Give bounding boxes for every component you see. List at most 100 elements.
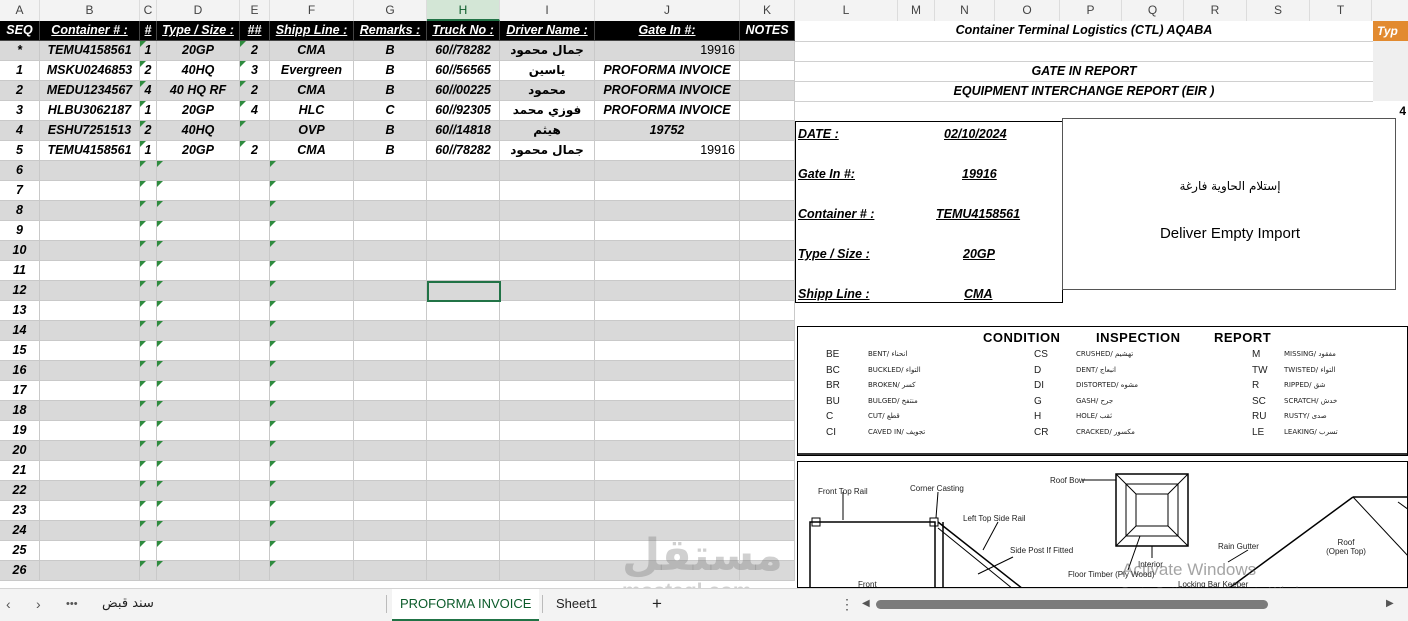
cell-d[interactable] bbox=[157, 421, 240, 441]
cell-a[interactable]: 9 bbox=[0, 221, 40, 241]
cell-g[interactable]: C bbox=[354, 101, 427, 121]
cell-h[interactable] bbox=[427, 461, 500, 481]
cell-d[interactable] bbox=[157, 301, 240, 321]
cell-h[interactable]: 60//92305 bbox=[427, 101, 500, 121]
cell-i[interactable] bbox=[500, 561, 595, 581]
cell-k[interactable] bbox=[740, 101, 795, 121]
cell-h[interactable] bbox=[427, 301, 500, 321]
cell-a[interactable]: 8 bbox=[0, 201, 40, 221]
cell-j[interactable] bbox=[595, 201, 740, 221]
cell-k[interactable] bbox=[740, 501, 795, 521]
cell-f[interactable] bbox=[270, 401, 354, 421]
cell-h[interactable]: Truck No : bbox=[427, 21, 500, 41]
cell-f[interactable] bbox=[270, 201, 354, 221]
cell-b[interactable] bbox=[40, 301, 140, 321]
cell-k[interactable]: NOTES bbox=[740, 21, 795, 41]
cell-f[interactable] bbox=[270, 541, 354, 561]
cell-i[interactable]: Driver Name : bbox=[500, 21, 595, 41]
cell-g[interactable] bbox=[354, 201, 427, 221]
tab-splitter-icon[interactable]: ⋮ bbox=[840, 589, 854, 619]
cell-b[interactable] bbox=[40, 481, 140, 501]
cell-k[interactable] bbox=[740, 221, 795, 241]
cell-b[interactable] bbox=[40, 381, 140, 401]
cell-c[interactable] bbox=[140, 401, 157, 421]
cell-g[interactable] bbox=[354, 161, 427, 181]
cell-i[interactable] bbox=[500, 401, 595, 421]
cell-h[interactable] bbox=[427, 221, 500, 241]
cell-c[interactable] bbox=[140, 361, 157, 381]
cell-g[interactable] bbox=[354, 421, 427, 441]
cell-g[interactable] bbox=[354, 521, 427, 541]
cell-e[interactable] bbox=[240, 221, 270, 241]
cell-j[interactable]: 19916 bbox=[595, 41, 740, 61]
cell-c[interactable]: # bbox=[140, 21, 157, 41]
cell-d[interactable] bbox=[157, 241, 240, 261]
cell-j[interactable] bbox=[595, 361, 740, 381]
cell-d[interactable]: 40 HQ RF bbox=[157, 81, 240, 101]
cell-b[interactable] bbox=[40, 201, 140, 221]
cell-e[interactable] bbox=[240, 481, 270, 501]
cell-a[interactable]: 16 bbox=[0, 361, 40, 381]
column-header-q[interactable]: Q bbox=[1122, 0, 1184, 21]
cell-h[interactable] bbox=[427, 401, 500, 421]
cell-e[interactable] bbox=[240, 261, 270, 281]
cell-b[interactable] bbox=[40, 241, 140, 261]
cell-a[interactable]: 5 bbox=[0, 141, 40, 161]
cell-j[interactable] bbox=[595, 401, 740, 421]
cell-e[interactable] bbox=[240, 381, 270, 401]
cell-f[interactable]: Evergreen bbox=[270, 61, 354, 81]
cell-c[interactable]: 1 bbox=[140, 141, 157, 161]
cell-g[interactable]: B bbox=[354, 61, 427, 81]
cell-j[interactable]: PROFORMA INVOICE bbox=[595, 81, 740, 101]
cell-i[interactable]: جمال محمود bbox=[500, 141, 595, 161]
cell-a[interactable]: 15 bbox=[0, 341, 40, 361]
cell-j[interactable] bbox=[595, 441, 740, 461]
cell-j[interactable] bbox=[595, 461, 740, 481]
cell-e[interactable] bbox=[240, 201, 270, 221]
cell-c[interactable] bbox=[140, 481, 157, 501]
cell-f[interactable] bbox=[270, 161, 354, 181]
column-header-f[interactable]: F bbox=[270, 0, 354, 21]
cell-c[interactable] bbox=[140, 341, 157, 361]
cell-b[interactable]: TEMU4158561 bbox=[40, 41, 140, 61]
cell-g[interactable] bbox=[354, 321, 427, 341]
cell-c[interactable] bbox=[140, 301, 157, 321]
cell-f[interactable]: Shipp Line : bbox=[270, 21, 354, 41]
column-header-o[interactable]: O bbox=[995, 0, 1060, 21]
cell-f[interactable] bbox=[270, 321, 354, 341]
cell-k[interactable] bbox=[740, 301, 795, 321]
cell-d[interactable]: 40HQ bbox=[157, 121, 240, 141]
cell-h[interactable] bbox=[427, 541, 500, 561]
more-sheets-icon[interactable]: ••• bbox=[66, 589, 78, 619]
column-header-m[interactable]: M bbox=[898, 0, 935, 21]
cell-f[interactable] bbox=[270, 381, 354, 401]
cell-f[interactable] bbox=[270, 221, 354, 241]
cell-d[interactable] bbox=[157, 501, 240, 521]
cell-f[interactable] bbox=[270, 241, 354, 261]
cell-a[interactable]: 7 bbox=[0, 181, 40, 201]
cell-a[interactable]: 24 bbox=[0, 521, 40, 541]
cell-d[interactable] bbox=[157, 321, 240, 341]
column-header-e[interactable]: E bbox=[240, 0, 270, 21]
cell-g[interactable] bbox=[354, 561, 427, 581]
cell-f[interactable] bbox=[270, 301, 354, 321]
cell-k[interactable] bbox=[740, 321, 795, 341]
cell-e[interactable] bbox=[240, 441, 270, 461]
cell-c[interactable] bbox=[140, 321, 157, 341]
cell-h[interactable] bbox=[427, 381, 500, 401]
cell-b[interactable] bbox=[40, 341, 140, 361]
cell-h[interactable] bbox=[427, 361, 500, 381]
cell-b[interactable] bbox=[40, 161, 140, 181]
next-sheet-icon[interactable]: › bbox=[36, 589, 41, 619]
cell-h[interactable] bbox=[427, 241, 500, 261]
cell-f[interactable] bbox=[270, 521, 354, 541]
cell-c[interactable] bbox=[140, 501, 157, 521]
cell-j[interactable] bbox=[595, 261, 740, 281]
cell-c[interactable] bbox=[140, 201, 157, 221]
cell-d[interactable] bbox=[157, 521, 240, 541]
cell-d[interactable] bbox=[157, 221, 240, 241]
cell-i[interactable] bbox=[500, 301, 595, 321]
cell-h[interactable] bbox=[427, 521, 500, 541]
cell-f[interactable]: CMA bbox=[270, 141, 354, 161]
cell-j[interactable]: PROFORMA INVOICE bbox=[595, 61, 740, 81]
